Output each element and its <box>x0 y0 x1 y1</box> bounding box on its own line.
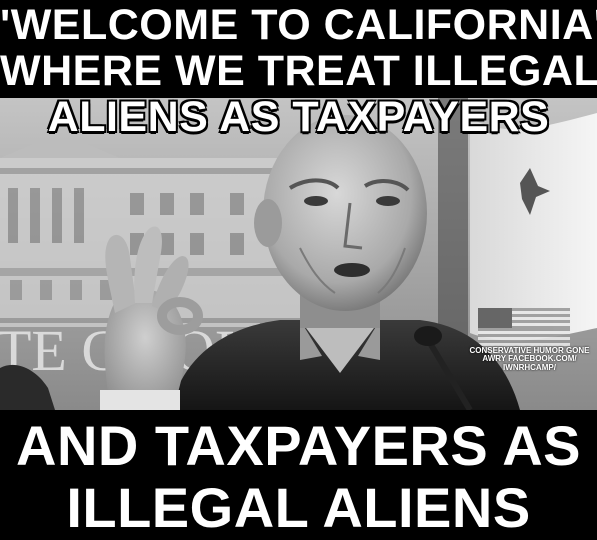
top-caption-line-3: ALIENS AS TAXPAYERS <box>47 93 550 141</box>
bottom-caption-line-2: ILLEGAL ALIENS <box>66 476 531 539</box>
us-flag-patch <box>478 308 570 346</box>
top-caption: 'WELCOME TO CALIFORNIA' WHERE WE TREAT I… <box>0 4 597 142</box>
top-caption-line-1: 'WELCOME TO CALIFORNIA' <box>0 1 597 49</box>
bottom-caption-line-1: AND TAXPAYERS AS <box>16 414 581 477</box>
photo: TE CA OL <box>0 98 597 410</box>
watermark: CONSERVATIVE HUMOR GONE AWRY FACEBOOK.CO… <box>462 346 597 372</box>
bottom-caption: AND TAXPAYERS AS ILLEGAL ALIENS <box>0 418 597 540</box>
watermark-line-3: IWNRHCAMP/ <box>503 362 556 372</box>
top-caption-line-2: WHERE WE TREAT ILLEGAL <box>0 47 597 95</box>
meme-image: TE CA OL <box>0 0 597 540</box>
